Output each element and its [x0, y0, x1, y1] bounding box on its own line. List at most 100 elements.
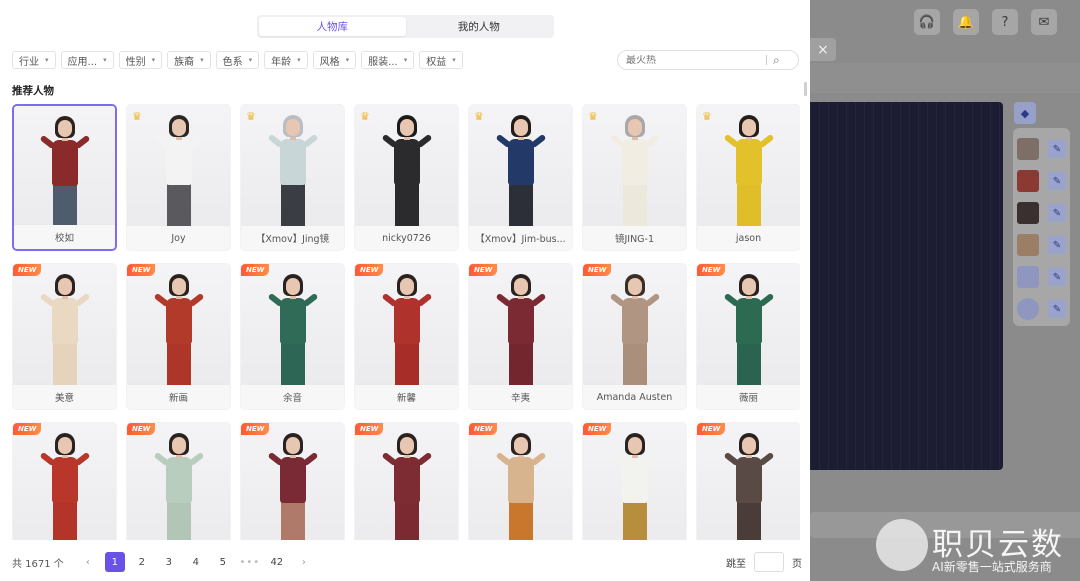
character-card[interactable]: NEW 新画	[126, 263, 231, 410]
layer-row[interactable]: ✎	[1017, 197, 1066, 229]
filter-dropdown[interactable]: 行业 ▾	[12, 51, 56, 69]
character-preview	[469, 423, 572, 540]
search-input[interactable]	[626, 54, 766, 66]
character-figure	[605, 433, 665, 540]
edit-icon[interactable]: ✎	[1048, 204, 1066, 222]
tab-my-characters[interactable]: 我的人物	[406, 17, 553, 36]
character-card[interactable]: NEW	[126, 422, 231, 540]
character-card[interactable]: NEW Amanda Austen	[582, 263, 687, 410]
character-figure	[377, 274, 437, 389]
character-library-modal: 人物库 我的人物 行业 ▾ 应用... ▾ 性别 ▾ 族裔 ▾ 色系 ▾ 年龄 ▾ 风格 ▾ 服装... ▾ 权…	[0, 0, 810, 581]
filter-dropdown[interactable]: 服装... ▾	[361, 51, 415, 69]
character-name: jason	[697, 226, 800, 250]
new-badge: NEW	[583, 264, 612, 276]
character-card[interactable]: NEW	[468, 422, 573, 540]
crown-icon: ♛	[246, 110, 256, 123]
character-card[interactable]: NEW 新馨	[354, 263, 459, 410]
filter-dropdown[interactable]: 性别 ▾	[118, 51, 163, 69]
figure-torso	[393, 298, 420, 344]
character-card[interactable]: NEW	[354, 422, 459, 540]
layer-row[interactable]: ✎	[1017, 261, 1066, 293]
layer-row[interactable]: ✎	[1017, 229, 1066, 261]
bell-icon[interactable]: 🔔	[953, 9, 979, 35]
layer-row[interactable]: ✎	[1017, 133, 1066, 165]
character-card[interactable]: 校如	[12, 104, 117, 251]
mail-icon[interactable]: ✉	[1031, 9, 1057, 35]
character-figure	[35, 116, 95, 231]
character-card[interactable]: ♛ nicky0726	[354, 104, 459, 251]
character-card[interactable]: NEW	[582, 422, 687, 540]
character-card[interactable]: NEW 薇丽	[696, 263, 800, 410]
edit-icon[interactable]: ✎	[1048, 300, 1066, 318]
character-card[interactable]: ♛ Joy	[126, 104, 231, 251]
figure-face	[285, 278, 300, 295]
filter-dropdown[interactable]: 族裔 ▾	[167, 51, 211, 69]
search-icon[interactable]: ⌕	[773, 53, 780, 68]
figure-torso	[735, 139, 762, 185]
chevron-down-icon: ▾	[103, 56, 107, 64]
character-card[interactable]: ♛ 【Xmov】Jim-bus...	[468, 104, 573, 251]
layer-thumb	[1017, 138, 1039, 160]
close-modal-button[interactable]: ×	[810, 38, 836, 61]
page-button[interactable]: 4	[186, 552, 206, 572]
figure-lower	[280, 183, 305, 230]
filter-dropdown[interactable]: 色系 ▾	[215, 51, 260, 69]
character-card[interactable]: NEW	[12, 422, 117, 540]
chevron-down-icon: ▾	[403, 56, 408, 64]
filter-dropdown[interactable]: 风格 ▾	[312, 51, 357, 69]
jump-suffix: 页	[792, 558, 802, 570]
help-icon[interactable]: ?	[992, 9, 1018, 35]
scrollbar[interactable]	[804, 82, 807, 96]
crown-icon: ♛	[588, 110, 598, 123]
filter-label: 族裔	[174, 56, 195, 68]
character-figure	[149, 115, 209, 230]
character-card[interactable]: ♛ 镜JING-1	[582, 104, 687, 251]
figure-torso	[51, 140, 78, 186]
page-button[interactable]: 3	[159, 552, 179, 572]
figure-torso	[393, 457, 420, 503]
new-badge: NEW	[697, 423, 726, 435]
character-figure	[491, 274, 551, 389]
prev-page-button[interactable]: ‹	[78, 552, 98, 572]
edit-icon[interactable]: ✎	[1048, 140, 1066, 158]
character-card[interactable]: NEW 美意	[12, 263, 117, 410]
next-page-button[interactable]: ›	[294, 552, 314, 572]
character-card[interactable]: ♛ 【Xmov】Jing镜	[240, 104, 345, 251]
figure-face	[171, 437, 186, 454]
filter-dropdown[interactable]: 年龄 ▾	[264, 51, 308, 69]
character-name: 【Xmov】Jing镜	[241, 226, 344, 250]
top-toolbar: 🎧 🔔 ? ✉	[914, 9, 1057, 35]
edit-icon[interactable]: ✎	[1048, 268, 1066, 286]
character-preview	[241, 423, 344, 540]
page-ellipsis[interactable]: •••	[239, 552, 260, 572]
character-preview	[583, 423, 686, 540]
headset-icon[interactable]: 🎧	[914, 9, 940, 35]
jump-page-input[interactable]	[754, 552, 784, 572]
watermark-logo	[876, 519, 928, 571]
page-button[interactable]: 42	[267, 552, 287, 572]
filter-dropdown[interactable]: 权益 ▾	[419, 51, 463, 69]
figure-face	[513, 437, 528, 454]
character-card[interactable]: NEW	[696, 422, 800, 540]
new-badge: NEW	[127, 423, 156, 435]
layer-row[interactable]: ✎	[1017, 165, 1066, 197]
figure-lower	[166, 501, 191, 540]
search-box[interactable]: ⌕	[617, 50, 799, 70]
character-card[interactable]: NEW	[240, 422, 345, 540]
character-card[interactable]: NEW 辛夷	[468, 263, 573, 410]
tab-character-library[interactable]: 人物库	[259, 17, 406, 36]
page-button[interactable]: 1	[104, 552, 125, 572]
figure-face	[399, 119, 414, 136]
character-card[interactable]: NEW 余音	[240, 263, 345, 410]
character-card[interactable]: ♛ jason	[696, 104, 800, 251]
layer-thumb	[1017, 234, 1039, 256]
layer-thumb	[1017, 202, 1039, 224]
page-button[interactable]: 2	[132, 552, 152, 572]
layers-icon[interactable]: ◆	[1014, 102, 1036, 124]
edit-icon[interactable]: ✎	[1048, 236, 1066, 254]
edit-icon[interactable]: ✎	[1048, 172, 1066, 190]
filter-dropdown[interactable]: 应用... ▾	[60, 51, 114, 69]
layer-row[interactable]: ✎	[1017, 293, 1066, 325]
page-button[interactable]: 5	[213, 552, 233, 572]
crown-icon: ♛	[474, 110, 484, 123]
